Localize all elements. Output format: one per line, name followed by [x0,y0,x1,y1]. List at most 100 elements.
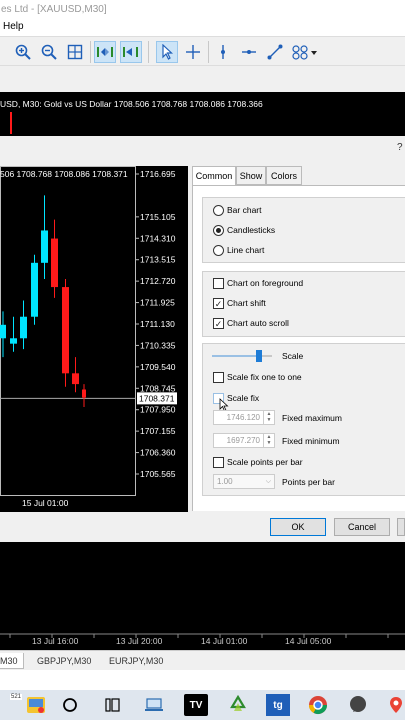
trendline-icon[interactable] [264,41,286,63]
checkbox-scale-one-to-one[interactable]: Scale fix one to one [213,370,302,384]
bear-candle [72,373,79,385]
checkbox-one-to-one-box[interactable] [213,371,224,383]
circle-icon[interactable] [58,694,82,716]
notification-badge: 521 [10,694,23,700]
cancel-button[interactable]: Cancel [334,518,390,536]
checkbox-chart-shift[interactable]: ✓ Chart shift [213,296,266,310]
fixed-maximum-spinner[interactable]: ▲ ▼ [263,411,274,424]
properties-tabs: Common Show Colors [192,166,405,186]
price-label: 1713.515 [140,255,176,265]
price-label: 1714.310 [140,233,176,243]
preview-header: 506 1708.768 1708.086 1708.371 [0,169,128,179]
radio-bar-label: Bar chart [227,205,262,215]
toolbar [0,36,405,66]
bull-candle [20,316,27,339]
price-label: 1708.745 [140,383,176,393]
vertical-line-icon[interactable] [212,41,234,63]
horizontal-line-icon[interactable] [238,41,260,63]
checkbox-foreground-box[interactable] [213,277,224,289]
checkbox-autoscroll-box[interactable]: ✓ [213,317,224,329]
radio-line-chart[interactable]: Line chart [213,243,264,257]
bull-candle [31,262,38,317]
tg-icon[interactable]: tg [266,694,290,716]
shapes-icon[interactable] [290,41,320,63]
toolbar-separator [90,41,91,63]
radio-candlesticks[interactable]: Candlesticks [213,223,275,237]
radio-candles-indicator[interactable] [213,224,224,236]
crosshair-icon[interactable] [182,41,204,63]
autoscroll-icon[interactable] [94,41,116,63]
chrome-icon[interactable] [306,694,330,716]
menu-bar: Help [0,18,405,36]
price-label: 1705.565 [140,469,176,479]
radio-line-label: Line chart [227,245,265,255]
checkbox-scale-fix-label: Scale fix [227,393,260,403]
points-per-bar-caption: Points per bar [282,477,335,487]
checkbox-auto-scroll[interactable]: ✓ Chart auto scroll [213,316,289,330]
scale-slider[interactable] [212,350,272,362]
bottom-chart-axis [0,633,405,638]
checkbox-foreground-label: Chart on foreground [227,278,304,288]
chart-top-bars [10,112,12,134]
radio-bar-indicator[interactable] [213,204,224,216]
chart-tabs: M30 GBPJPY,M30 EURJPY,M30 [0,650,405,670]
bull-candle [10,338,17,344]
main-chart[interactable]: USD, M30: Gold vs US Dollar 1708.506 170… [0,92,405,136]
price-label: 1715.105 [140,212,176,222]
price-label: 1710.335 [140,340,176,350]
chart-info: USD, M30: Gold vs US Dollar 1708.506 170… [0,99,263,109]
price-label: 1706.360 [140,448,176,458]
chart-tab-gbpjpy[interactable]: GBPJPY,M30 [32,653,96,669]
chart-tab-xauusd[interactable]: M30 [0,653,24,669]
checkbox-chart-foreground[interactable]: Chart on foreground [213,276,303,290]
tradingview-icon[interactable]: TV [184,694,208,716]
window-title: es Ltd - [XAUUSD,M30] [0,0,405,18]
help-icon[interactable]: ? [397,142,403,153]
checkbox-shift-box[interactable]: ✓ [213,297,224,309]
grid-icon[interactable] [64,41,86,63]
price-label: 1709.540 [140,362,176,372]
chart-shift-icon[interactable] [120,41,142,63]
chart-tab-eurjpy[interactable]: EURJPY,M30 [104,653,168,669]
recycle-icon[interactable] [226,694,250,716]
time-label: 13 Jul 20:00 [116,636,163,646]
maps-icon[interactable] [384,694,405,716]
checkbox-points-per-bar-box[interactable] [213,456,224,468]
ok-button[interactable]: OK [270,518,326,536]
chat-icon[interactable] [346,694,370,716]
status-area [0,670,405,690]
radio-line-indicator[interactable] [213,244,224,256]
laptop-icon[interactable] [142,694,166,716]
radio-bar-chart[interactable]: Bar chart [213,203,262,217]
chevron-down-icon: ⌵ [265,478,271,485]
fixed-maximum-value: 1746.120 [226,413,260,422]
reset-button-partial[interactable] [397,518,405,536]
fixed-minimum-spinner[interactable]: ▲ ▼ [263,434,274,447]
app-icon[interactable] [24,694,48,716]
zoom-in-icon[interactable] [12,41,34,63]
task-view-icon[interactable] [100,694,124,716]
tab-common[interactable]: Common [192,166,236,186]
points-per-bar-select[interactable]: 1.00 ⌵ [213,474,275,489]
tab-colors[interactable]: Colors [266,166,302,185]
time-label: 14 Jul 01:00 [201,636,248,646]
checkbox-autoscroll-label: Chart auto scroll [227,318,289,328]
preview-time-label: 15 Jul 01:00 [22,498,69,508]
scale-slider-thumb[interactable] [255,350,262,362]
checkbox-points-per-bar[interactable]: Scale points per bar [213,455,303,469]
toolbar-separator [208,41,209,63]
bottom-chart[interactable]: 13 Jul 16:00 13 Jul 20:00 14 Jul 01:00 1… [0,542,405,650]
fixed-minimum-input[interactable]: 1697.270 ▲ ▼ [213,433,275,448]
cursor-icon[interactable] [156,41,178,63]
radio-candles-label: Candlesticks [227,225,276,235]
toolbar-gap [0,66,405,92]
zoom-out-icon[interactable] [38,41,60,63]
preview-canvas: 506 1708.768 1708.086 1708.371 1716.695 17… [0,166,177,508]
checkbox-one-to-one-label: Scale fix one to one [227,372,302,382]
fixed-maximum-input[interactable]: 1746.120 ▲ ▼ [213,410,275,425]
menu-help[interactable]: Help [3,21,24,32]
tab-show[interactable]: Show [236,166,266,185]
checkbox-points-per-bar-label: Scale points per bar [227,457,303,467]
fixed-minimum-value: 1697.270 [226,436,260,445]
time-label: 13 Jul 16:00 [32,636,79,646]
